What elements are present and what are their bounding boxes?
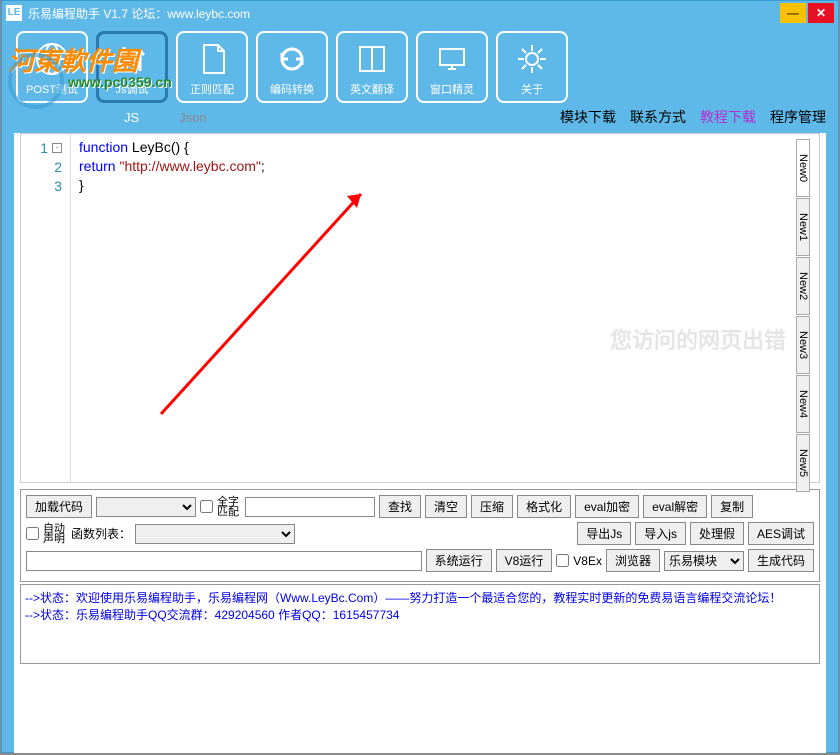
browser-button[interactable]: 浏览器: [606, 549, 660, 572]
sys-run-button[interactable]: 系统运行: [426, 549, 492, 572]
export-js-button[interactable]: 导出Js: [577, 522, 631, 545]
full-match-checkbox[interactable]: [200, 500, 213, 513]
gear-icon: [510, 37, 554, 81]
document-tabs: New0 New1 New2 New3 New4 New5: [796, 139, 820, 493]
watermark: 河東軟件園 www.pc0359.cn: [8, 41, 172, 90]
tab-js[interactable]: JS: [124, 110, 139, 125]
v8ex-checkbox[interactable]: [556, 554, 569, 567]
log-line: -->状态：乐易编程助手QQ交流群：429204560 作者QQ：1615457…: [25, 606, 815, 623]
background-watermark: 您访问的网页出错: [610, 323, 786, 355]
titlebar: LE 乐易编程助手 V1.7 论坛：www.leybc.com — ✕: [2, 1, 838, 25]
find-button[interactable]: 查找: [379, 495, 421, 518]
link-contact[interactable]: 联系方式: [630, 107, 686, 127]
watermark-url: www.pc0359.cn: [68, 74, 172, 90]
aes-debug-button[interactable]: AES调试: [748, 522, 814, 545]
monitor-icon: [430, 37, 474, 81]
tool-label: 英文翻译: [350, 81, 394, 97]
line-number: 1: [40, 140, 48, 156]
app-icon: LE: [6, 5, 22, 21]
link-program-manage[interactable]: 程序管理: [770, 107, 826, 127]
tab-new2[interactable]: New2: [796, 257, 810, 315]
auto-declare-label: 自动声明: [43, 524, 67, 544]
tab-new4[interactable]: New4: [796, 375, 810, 433]
sub-tabs: JS Json 模块下载 联系方式 教程下载 程序管理: [2, 107, 838, 127]
log-panel: -->状态：欢迎使用乐易编程助手，乐易编程网（Www.LeyBc.Com）——努…: [20, 584, 820, 664]
regex-button[interactable]: 正则匹配: [176, 31, 248, 103]
format-button[interactable]: 格式化: [517, 495, 571, 518]
book-icon: [350, 37, 394, 81]
line-gutter: 1- 2 3: [21, 134, 71, 482]
code-select[interactable]: [96, 497, 196, 517]
auto-declare-checkbox[interactable]: [26, 527, 39, 540]
tab-new3[interactable]: New3: [796, 316, 810, 374]
tool-label: 关于: [521, 81, 543, 97]
full-match-label: 全字匹配: [217, 497, 241, 517]
tab-new1[interactable]: New1: [796, 198, 810, 256]
encode-button[interactable]: 编码转换: [256, 31, 328, 103]
gen-code-button[interactable]: 生成代码: [748, 549, 814, 572]
tab-new0[interactable]: New0: [796, 139, 810, 197]
log-line: -->状态：欢迎使用乐易编程助手，乐易编程网（Www.LeyBc.Com）——努…: [25, 589, 815, 606]
load-code-button[interactable]: 加载代码: [26, 495, 92, 518]
refresh-icon: [270, 37, 314, 81]
document-icon: [190, 37, 234, 81]
module-select[interactable]: 乐易模块: [664, 551, 744, 571]
eval-encrypt-button[interactable]: eval加密: [575, 495, 639, 518]
fold-icon[interactable]: -: [52, 143, 62, 153]
func-list-label: 函数列表：: [71, 525, 131, 542]
link-module-download[interactable]: 模块下载: [560, 107, 616, 127]
clear-button[interactable]: 清空: [425, 495, 467, 518]
tab-new5[interactable]: New5: [796, 434, 810, 492]
code-editor[interactable]: 1- 2 3 function LeyBc() { return "http:/…: [20, 133, 820, 483]
compress-button[interactable]: 压缩: [471, 495, 513, 518]
v8ex-label: V8Ex: [573, 554, 602, 568]
minimize-button[interactable]: —: [780, 3, 806, 23]
tool-label: 正则匹配: [190, 81, 234, 97]
window-wizard-button[interactable]: 窗口精灵: [416, 31, 488, 103]
tool-label: 窗口精灵: [430, 81, 474, 97]
tab-json[interactable]: Json: [179, 110, 206, 125]
handle-fake-button[interactable]: 处理假: [690, 522, 744, 545]
func-list-select[interactable]: [135, 524, 295, 544]
link-tutorial-download[interactable]: 教程下载: [700, 107, 756, 127]
tool-label: 编码转换: [270, 81, 314, 97]
window-title: 乐易编程助手 V1.7 论坛：www.leybc.com: [28, 5, 780, 22]
content-area: 1- 2 3 function LeyBc() { return "http:/…: [14, 133, 826, 753]
controls-panel: 加载代码 全字匹配 查找 清空 压缩 格式化 eval加密 eval解密 复制 …: [20, 489, 820, 582]
command-input[interactable]: [26, 551, 422, 571]
import-js-button[interactable]: 导入js: [635, 522, 686, 545]
translate-button[interactable]: 英文翻译: [336, 31, 408, 103]
eval-decrypt-button[interactable]: eval解密: [643, 495, 707, 518]
line-number: 3: [54, 178, 62, 194]
v8-run-button[interactable]: V8运行: [496, 549, 553, 572]
search-input[interactable]: [245, 497, 375, 517]
copy-button[interactable]: 复制: [711, 495, 753, 518]
annotation-arrow: [131, 174, 391, 434]
about-button[interactable]: 关于: [496, 31, 568, 103]
line-number: 2: [54, 159, 62, 175]
close-button[interactable]: ✕: [808, 3, 834, 23]
code-text[interactable]: function LeyBc() { return "http://www.le…: [71, 134, 819, 482]
